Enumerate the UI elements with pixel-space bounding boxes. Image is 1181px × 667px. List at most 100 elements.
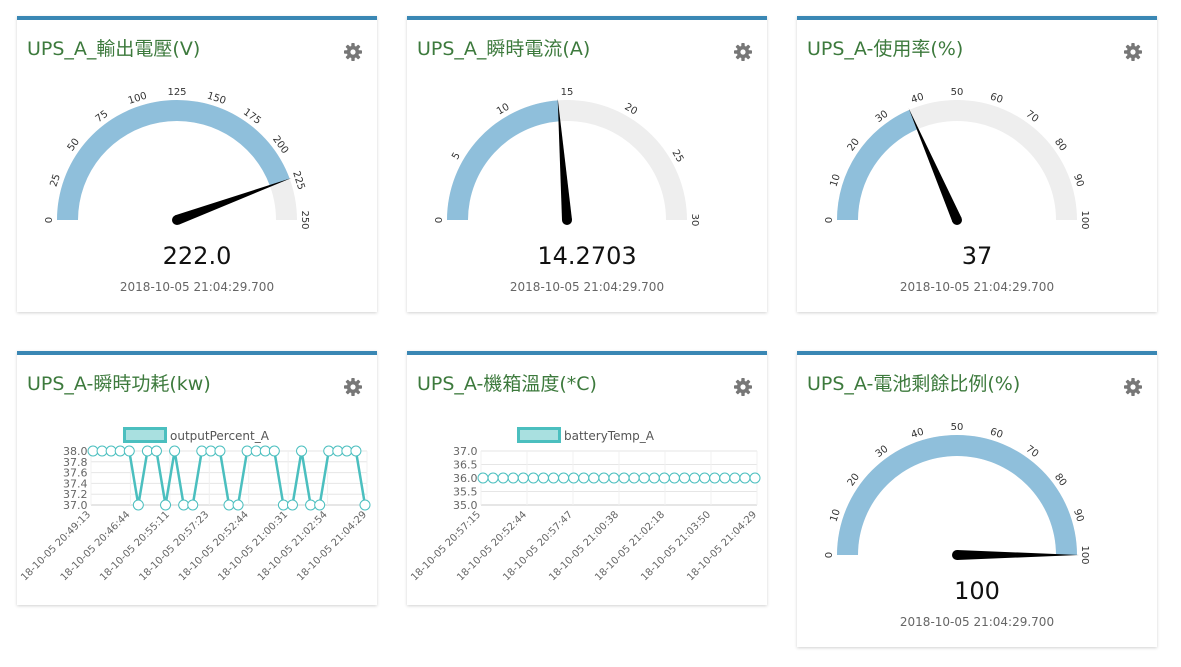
gauge-tick-label: 100 <box>1079 210 1090 229</box>
x-tick-label: 18-10-05 20:46:44 <box>59 509 133 583</box>
timestamp: 2018-10-05 21:04:29.700 <box>509 280 665 294</box>
gauge-needle <box>908 108 962 222</box>
timestamp: 2018-10-05 21:04:29.700 <box>899 615 1055 629</box>
gauge-tick-label: 25 <box>49 173 63 189</box>
timestamp: 2018-10-05 21:04:29.700 <box>119 280 275 294</box>
x-tick-label: 18-10-05 21:04:29 <box>295 509 369 583</box>
gauge-tick-label: 90 <box>1071 173 1085 189</box>
data-point <box>323 445 335 457</box>
data-point <box>588 472 600 484</box>
data-point <box>628 472 640 484</box>
data-point <box>699 472 711 484</box>
data-point <box>241 445 253 457</box>
gauge: 0255075100 125 150175200225250 <box>44 87 310 230</box>
gauge-tick-label: 10 <box>829 508 843 524</box>
x-tick-label: 18-10-05 21:00:31 <box>216 509 290 583</box>
data-point <box>105 445 117 457</box>
data-point <box>268 445 280 457</box>
data-point <box>150 445 162 457</box>
line-chart: 37.036.536.035.535.018-10-05 20:57:1518-… <box>409 445 761 583</box>
data-point <box>160 499 172 511</box>
data-point <box>658 472 670 484</box>
data-point <box>497 472 509 484</box>
data-point <box>305 499 317 511</box>
y-tick-label: 35.5 <box>453 486 478 499</box>
data-point <box>296 445 308 457</box>
gauge-hub <box>952 550 962 560</box>
gauge-tick-label: 40 <box>910 92 926 106</box>
data-point <box>537 472 549 484</box>
data-point <box>729 472 741 484</box>
data-point <box>558 472 570 484</box>
data-point <box>578 472 590 484</box>
data-point <box>709 472 721 484</box>
data-point <box>259 445 271 457</box>
gauge-hub <box>562 215 572 225</box>
gauge: 010203040 50 60708090100 <box>824 422 1090 565</box>
gauge-tick-label: 0 <box>824 552 835 558</box>
card-usage: UPS_A-使用率(%) 0 10 20 30 40 50 60 70 80 90 100 37 2… <box>797 16 1157 312</box>
gauge-tick-label: 5 <box>450 151 463 162</box>
line-chart: 38.037.837.637.437.237.018-10-05 20:49:1… <box>19 445 371 583</box>
data-point <box>132 499 144 511</box>
gauge-tick-label: 50 <box>951 87 964 98</box>
gauge-value: 37 <box>961 242 993 270</box>
series-line <box>93 449 367 507</box>
data-point <box>487 472 499 484</box>
data-point <box>205 445 217 457</box>
card-power: UPS_A-瞬時功耗(kw) outputPercent_A 38.0 37.8 3… <box>17 351 377 605</box>
gauge-tick-label: 10 <box>829 173 843 189</box>
data-point <box>678 472 690 484</box>
y-tick-label: 36.5 <box>453 459 478 472</box>
data-point <box>719 472 731 484</box>
gauge-hub <box>172 215 182 225</box>
data-point <box>169 445 181 457</box>
data-point <box>250 445 262 457</box>
data-point <box>223 499 235 511</box>
gauge-tick-label: 0 <box>824 217 835 223</box>
data-point <box>141 445 153 457</box>
gauge-tick-label: 125 <box>167 87 186 98</box>
gauge-value: 14.2703 <box>537 242 637 270</box>
x-tick-label: 18-10-05 20:52:44 <box>177 509 251 583</box>
data-point <box>350 445 362 457</box>
data-point <box>87 445 99 457</box>
data-point <box>477 472 489 484</box>
gauge-tick-label: 60 <box>989 427 1005 441</box>
gauge: 010203040 50 60708090100 <box>824 87 1090 230</box>
gauge-fill <box>837 109 918 220</box>
x-tick-label: 18-10-05 20:49:13 <box>19 509 93 583</box>
data-point <box>286 499 298 511</box>
data-point <box>196 445 208 457</box>
data-point <box>314 499 326 511</box>
gauge-value: 222.0 <box>162 242 232 270</box>
gauge-value: 100 <box>954 577 1000 605</box>
gauge-tick-label: 40 <box>910 427 926 441</box>
data-point <box>517 472 529 484</box>
data-point <box>178 499 190 511</box>
data-point <box>689 472 701 484</box>
gauge-tick-label: 50 <box>951 422 964 433</box>
data-point <box>507 472 519 484</box>
gauge-fill <box>447 100 560 220</box>
data-point <box>96 445 108 457</box>
x-tick-label: 18-10-05 20:57:23 <box>138 509 212 583</box>
gauge-needle <box>175 177 292 225</box>
data-point <box>332 445 344 457</box>
x-tick-label: 18-10-05 20:55:11 <box>98 509 172 583</box>
gauge-tick-label: 100 <box>1079 545 1090 564</box>
card-current: UPS_A_瞬時電流(A) 0 5 10 15 20 25 30 14.2703 2018-… <box>407 16 767 312</box>
y-tick-label: 36.0 <box>453 472 478 485</box>
data-point <box>618 472 630 484</box>
data-point <box>739 472 751 484</box>
data-point <box>668 472 680 484</box>
data-point <box>341 445 353 457</box>
data-point <box>638 472 650 484</box>
gauge-tick-label: 0 <box>44 217 55 223</box>
y-tick-label: 37.0 <box>453 445 478 458</box>
data-point <box>548 472 560 484</box>
card-temperature: UPS_A-機箱溫度(*C) batteryTemp_A 37.0 36.5 36.… <box>407 351 767 605</box>
timestamp: 2018-10-05 21:04:29.700 <box>899 280 1055 294</box>
data-point <box>114 445 126 457</box>
x-tick-label: 18-10-05 21:02:54 <box>256 509 330 583</box>
